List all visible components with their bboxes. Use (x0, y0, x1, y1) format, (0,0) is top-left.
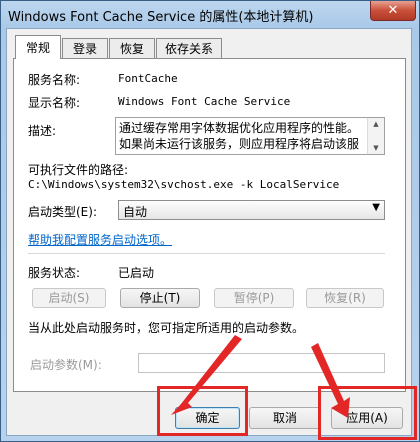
arrow-ok-icon (171, 335, 242, 415)
tab-general[interactable]: 常规 (15, 35, 61, 59)
annotation-arrows (171, 335, 350, 418)
arrow-apply-icon (311, 343, 350, 418)
